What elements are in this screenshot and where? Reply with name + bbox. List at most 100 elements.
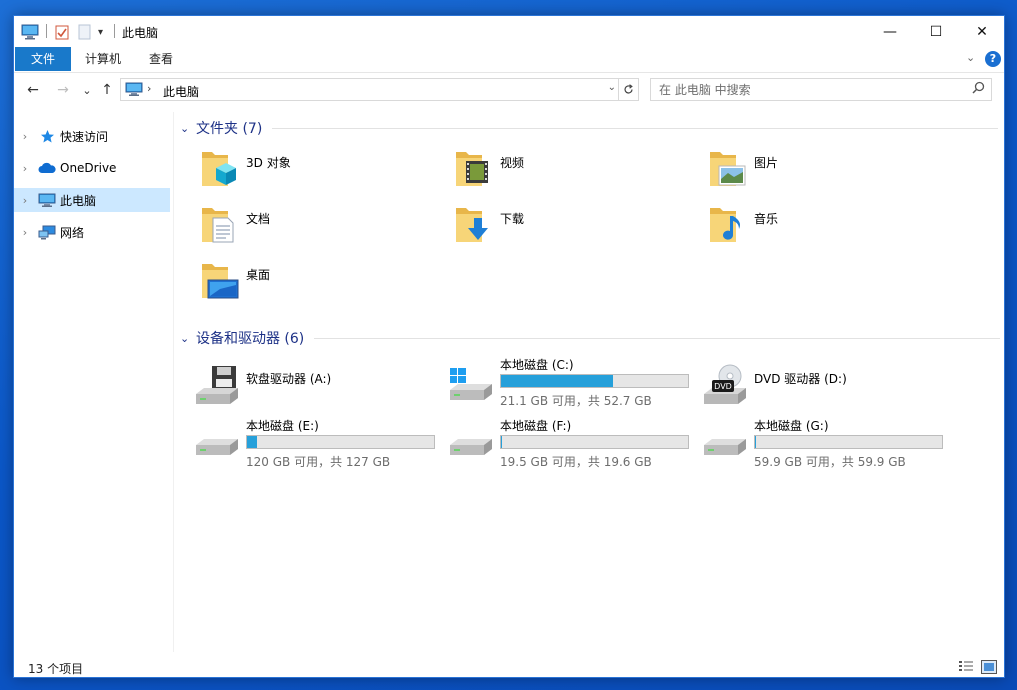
item-count: 13 个项目: [28, 662, 84, 676]
expand-ribbon-chevron-down-icon[interactable]: ⌄: [966, 51, 975, 64]
group-header-devices[interactable]: ⌄ 设备和驱动器 (6): [180, 328, 1000, 348]
drive-usage-bar: [500, 435, 689, 449]
expand-chevron-right-icon[interactable]: ›: [14, 162, 36, 175]
large-icons-view-icon[interactable]: [981, 660, 997, 674]
tab-computer[interactable]: 计算机: [74, 47, 132, 71]
status-bar: 13 个项目: [14, 656, 1004, 678]
search-icon[interactable]: [972, 81, 985, 98]
new-folder-icon[interactable]: [78, 23, 91, 41]
hard-drive-icon: [196, 439, 238, 455]
tile-label: 下载: [500, 212, 525, 226]
sidebar-item-label: 网络: [60, 225, 85, 240]
folder-tile-3d-objects[interactable]: 3D 对象: [174, 146, 414, 196]
cloud-icon: [36, 160, 58, 176]
tile-label: 音乐: [754, 212, 779, 226]
dvd-badge: DVD: [714, 382, 732, 391]
navigation-pane: › 快速访问 › OneDrive › 此电脑 › 网络: [14, 112, 172, 652]
expand-chevron-right-icon[interactable]: ›: [14, 194, 36, 207]
folder-tile-music[interactable]: 音乐: [682, 202, 922, 252]
drive-usage-fill: [501, 436, 502, 448]
drive-tile-c[interactable]: 本地磁盘 (C:) 21.1 GB 可用，共 52.7 GB: [428, 356, 689, 410]
sidebar-item-quick-access[interactable]: › 快速访问: [14, 124, 170, 148]
collapse-chevron-down-icon[interactable]: ⌄: [180, 122, 194, 135]
hard-drive-icon: [704, 439, 746, 455]
downloads-folder-icon: [456, 208, 488, 242]
group-header-folders[interactable]: ⌄ 文件夹 (7): [180, 118, 1000, 138]
sidebar-item-network[interactable]: › 网络: [14, 220, 170, 244]
videos-folder-icon: [456, 152, 488, 186]
folder-tile-videos[interactable]: 视频: [428, 146, 668, 196]
forward-button[interactable]: →: [53, 80, 73, 100]
details-view-icon[interactable]: [958, 660, 974, 674]
sidebar-item-onedrive[interactable]: › OneDrive: [14, 156, 170, 180]
sidebar-item-label: 快速访问: [60, 129, 109, 144]
drive-free-space: 19.5 GB 可用，共 19.6 GB: [500, 455, 652, 469]
recent-locations-button[interactable]: ⌄: [77, 80, 97, 100]
sidebar-item-label: 此电脑: [60, 193, 97, 208]
drive-tile-e[interactable]: 本地磁盘 (E:) 120 GB 可用，共 127 GB: [174, 417, 435, 471]
drive-free-space: 120 GB 可用，共 127 GB: [246, 455, 391, 469]
address-dropdown-chevron-down-icon[interactable]: ⌄: [608, 82, 616, 93]
ribbon-tabs: 文件 计算机 查看 ⌄ ?: [14, 47, 1004, 71]
collapse-chevron-down-icon[interactable]: ⌄: [180, 332, 194, 345]
address-bar[interactable]: › 此电脑 ⌄: [120, 78, 639, 101]
folder-tile-pictures[interactable]: 图片: [682, 146, 922, 196]
computer-icon: [36, 192, 58, 208]
up-button[interactable]: ↑: [97, 80, 117, 100]
music-folder-icon: [710, 208, 741, 242]
drive-tile-a[interactable]: 软盘驱动器 (A:): [174, 362, 434, 416]
tile-label: 视频: [500, 156, 525, 170]
documents-folder-icon: [202, 208, 234, 243]
folder-tile-downloads[interactable]: 下载: [428, 202, 668, 252]
computer-icon: [125, 82, 143, 100]
search-box[interactable]: [650, 78, 992, 101]
app-computer-icon[interactable]: [21, 23, 39, 41]
group-title: 文件夹 (7): [196, 121, 263, 137]
drive-label: 本地磁盘 (G:): [754, 419, 829, 433]
expand-chevron-right-icon[interactable]: ›: [14, 130, 36, 143]
star-icon: [36, 128, 58, 144]
minimize-button[interactable]: —: [867, 16, 913, 47]
back-button[interactable]: ←: [23, 80, 43, 100]
tile-label: 3D 对象: [246, 156, 291, 170]
search-input[interactable]: [659, 82, 959, 98]
sidebar-item-this-pc[interactable]: › 此电脑: [14, 188, 170, 212]
expand-chevron-right-icon[interactable]: ›: [14, 226, 36, 239]
drive-usage-bar: [754, 435, 943, 449]
hard-drive-icon: [450, 439, 492, 455]
pictures-folder-icon: [710, 152, 746, 186]
drive-label: 本地磁盘 (C:): [500, 358, 574, 372]
drive-label: 本地磁盘 (F:): [500, 419, 572, 433]
windows-drive-icon: [450, 368, 492, 400]
drive-label: 软盘驱动器 (A:): [246, 372, 332, 386]
breadcrumb-separator[interactable]: ›: [147, 82, 151, 95]
sidebar-item-label: OneDrive: [60, 161, 117, 175]
drive-label: 本地磁盘 (E:): [246, 419, 319, 433]
breadcrumb[interactable]: 此电脑: [163, 83, 199, 100]
tab-file[interactable]: 文件: [15, 47, 71, 71]
drive-usage-bar: [246, 435, 435, 449]
explorer-window: ▾ 此电脑 — ☐ ✕ 文件 计算机 查看 ⌄ ? ← → ⌄ ↑ › 此电脑 …: [13, 15, 1005, 678]
maximize-button[interactable]: ☐: [913, 16, 959, 47]
help-button[interactable]: ?: [985, 51, 1001, 67]
refresh-button[interactable]: [618, 79, 638, 100]
drive-usage-fill: [501, 375, 614, 387]
tab-view[interactable]: 查看: [136, 47, 186, 71]
drive-tile-f[interactable]: 本地磁盘 (F:) 19.5 GB 可用，共 19.6 GB: [428, 417, 689, 471]
drive-tile-g[interactable]: 本地磁盘 (G:) 59.9 GB 可用，共 59.9 GB: [682, 417, 943, 471]
drive-label: DVD 驱动器 (D:): [754, 372, 847, 386]
tile-label: 文档: [246, 212, 271, 226]
close-button[interactable]: ✕: [959, 16, 1005, 47]
drive-usage-fill: [247, 436, 258, 448]
drive-tile-d[interactable]: DVD DVD 驱动器 (D:): [682, 362, 942, 416]
dvd-drive-icon: DVD: [704, 364, 746, 404]
properties-icon[interactable]: [55, 23, 69, 41]
network-icon: [36, 224, 58, 240]
floppy-drive-icon: [196, 366, 238, 404]
drive-free-space: 21.1 GB 可用，共 52.7 GB: [500, 394, 652, 408]
folder-tile-documents[interactable]: 文档: [174, 202, 414, 252]
drive-free-space: 59.9 GB 可用，共 59.9 GB: [754, 455, 906, 469]
customize-quick-access-icon[interactable]: ▾: [98, 23, 103, 41]
content-area: ⌄ 文件夹 (7) 3D 对象 视频 图片 文档 下载 音乐 桌面 ⌄ 设备和驱…: [174, 112, 1004, 652]
folder-tile-desktop[interactable]: 桌面: [174, 258, 414, 308]
